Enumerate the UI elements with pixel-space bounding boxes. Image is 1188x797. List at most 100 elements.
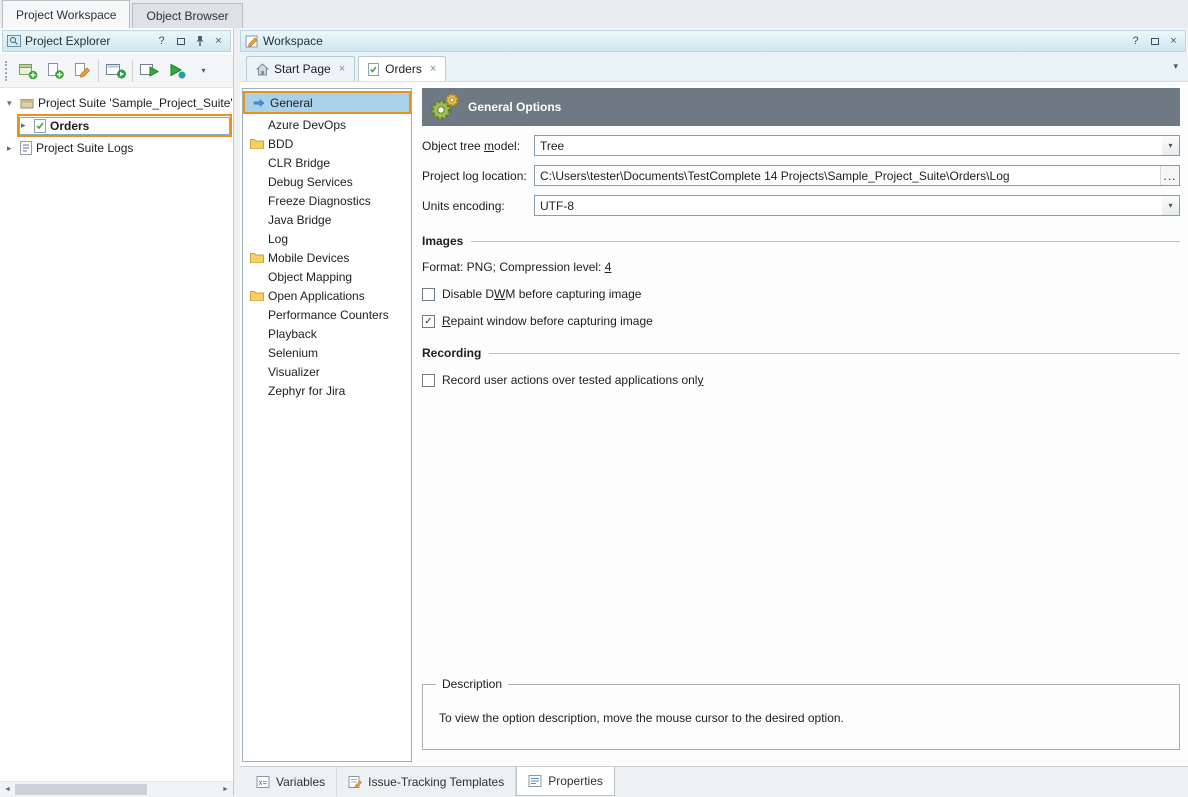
category-debug-services[interactable]: Debug Services [243,172,411,191]
category-label: Azure DevOps [268,118,346,132]
app-tab-bar: Project Workspace Object Browser [0,0,1188,28]
record-test-icon [105,61,127,80]
tree-item-project-suite-logs[interactable]: ▸ Project Suite Logs [0,138,233,158]
record-user-actions-checkbox[interactable] [422,374,435,387]
category-general[interactable]: General [245,93,409,112]
expander-icon[interactable]: ▾ [7,98,20,109]
description-title: Description [436,677,508,691]
tab-label: Start Page [274,62,331,76]
scroll-left-button[interactable]: ◄ [0,782,15,797]
run-project-icon [167,61,187,80]
category-freeze-diagnostics[interactable]: Freeze Diagnostics [243,191,411,210]
record-user-actions-label: Record user actions over tested applicat… [442,373,703,387]
close-panel-button[interactable]: × [1166,34,1181,49]
properties-icon [528,774,542,788]
logs-icon [20,141,32,155]
category-label: Mobile Devices [268,251,349,265]
help-button[interactable]: ? [1128,34,1143,49]
section-divider [489,353,1180,354]
category-selenium[interactable]: Selenium [243,343,411,362]
category-open-applications[interactable]: Open Applications [243,286,411,305]
compression-level-value: 4 [605,260,612,274]
project-explorer-title: Project Explorer [25,34,150,48]
tree-item-label: Project Suite Logs [36,141,133,155]
category-visualizer[interactable]: Visualizer [243,362,411,381]
category-clr-bridge[interactable]: CLR Bridge [243,153,411,172]
close-panel-button[interactable]: × [211,34,226,49]
scrollbar-thumb[interactable] [15,784,147,795]
gears-icon [429,91,459,123]
tab-list-dropdown[interactable]: ▾ [1173,61,1178,72]
record-test-button[interactable] [102,58,129,84]
category-java-bridge[interactable]: Java Bridge [243,210,411,229]
tab-properties[interactable]: Properties [516,767,615,796]
pin-button[interactable] [192,34,207,49]
testcomplete-window: Project Workspace Object Browser Project… [0,0,1188,796]
tab-label: Properties [548,774,603,788]
main-area: Project Explorer ? × [0,28,1188,796]
category-label: Zephyr for Jira [268,384,345,398]
tab-project-workspace[interactable]: Project Workspace [2,0,130,28]
run-mode-dropdown[interactable]: ▾ [190,58,217,84]
explorer-toolbar: ▾ [0,54,233,88]
images-section-header: Images [422,234,1180,248]
run-project-suite-button[interactable] [136,58,163,84]
project-explorer-panel: Project Explorer ? × [0,28,234,796]
category-bdd[interactable]: BDD [243,134,411,153]
edit-project-button[interactable] [68,58,95,84]
disable-dwm-checkbox[interactable] [422,288,435,301]
category-label: Visualizer [268,365,320,379]
tab-orders[interactable]: Orders × [358,56,446,81]
expander-icon[interactable]: ▸ [21,120,34,131]
orders-highlight-annotation: ▸ Orders [17,114,232,137]
project-tree: ▾ Project Suite 'Sample_Project_Suite' (… [0,88,233,781]
tab-label: Variables [276,775,325,789]
dropdown-arrow-icon[interactable]: ▾ [1162,196,1179,215]
window-icon [177,38,185,45]
tree-item-orders[interactable]: ▸ Orders [19,117,230,135]
new-project-suite-icon [18,61,38,80]
run-project-button[interactable] [163,58,190,84]
help-button[interactable]: ? [154,34,169,49]
category-azure-devops[interactable]: Azure DevOps [243,115,411,134]
category-log[interactable]: Log [243,229,411,248]
category-playback[interactable]: Playback [243,324,411,343]
general-highlight-annotation: General [243,91,411,114]
edit-project-icon [72,61,92,80]
float-window-button[interactable] [173,34,188,49]
category-label: Open Applications [268,289,365,303]
browse-button[interactable]: ... [1160,166,1179,185]
category-label: Playback [268,327,317,341]
options-content: General Azure DevOps BDD CLR Bridge Debu… [240,82,1188,766]
tab-object-browser[interactable]: Object Browser [132,3,242,28]
add-new-project-button[interactable] [41,58,68,84]
expander-icon[interactable]: ▸ [7,143,20,154]
tree-item-project-suite[interactable]: ▾ Project Suite 'Sample_Project_Suite' (… [0,93,233,113]
scroll-right-button[interactable]: ► [218,782,233,797]
object-tree-model-label: Object tree model: [422,139,534,153]
current-item-arrow-icon [250,98,267,108]
float-window-button[interactable] [1147,34,1162,49]
close-tab-icon[interactable]: × [339,63,345,75]
category-label: General [270,96,313,110]
project-log-location-input[interactable]: C:\Users\tester\Documents\TestComplete 1… [534,165,1180,186]
category-mobile-devices[interactable]: Mobile Devices [243,248,411,267]
dropdown-arrow-icon[interactable]: ▾ [1162,136,1179,155]
category-zephyr-for-jira[interactable]: Zephyr for Jira [243,381,411,400]
toolbar-grip[interactable] [5,61,9,81]
tab-issue-tracking-templates[interactable]: Issue-Tracking Templates [337,767,516,796]
new-project-suite-button[interactable] [14,58,41,84]
variables-icon: x= [256,775,270,789]
close-tab-icon[interactable]: × [430,63,436,75]
object-tree-model-select[interactable]: Tree ▾ [534,135,1180,156]
tab-variables[interactable]: x= Variables [245,767,337,796]
tab-start-page[interactable]: Start Page × [246,56,355,81]
category-label: Freeze Diagnostics [268,194,371,208]
project-log-location-label: Project log location: [422,169,534,183]
category-object-mapping[interactable]: Object Mapping [243,267,411,286]
units-encoding-select[interactable]: UTF-8 ▾ [534,195,1180,216]
category-performance-counters[interactable]: Performance Counters [243,305,411,324]
repaint-window-checkbox[interactable]: ✓ [422,315,435,328]
project-explorer-header: Project Explorer ? × [2,30,231,52]
toolbar-separator [132,60,133,82]
